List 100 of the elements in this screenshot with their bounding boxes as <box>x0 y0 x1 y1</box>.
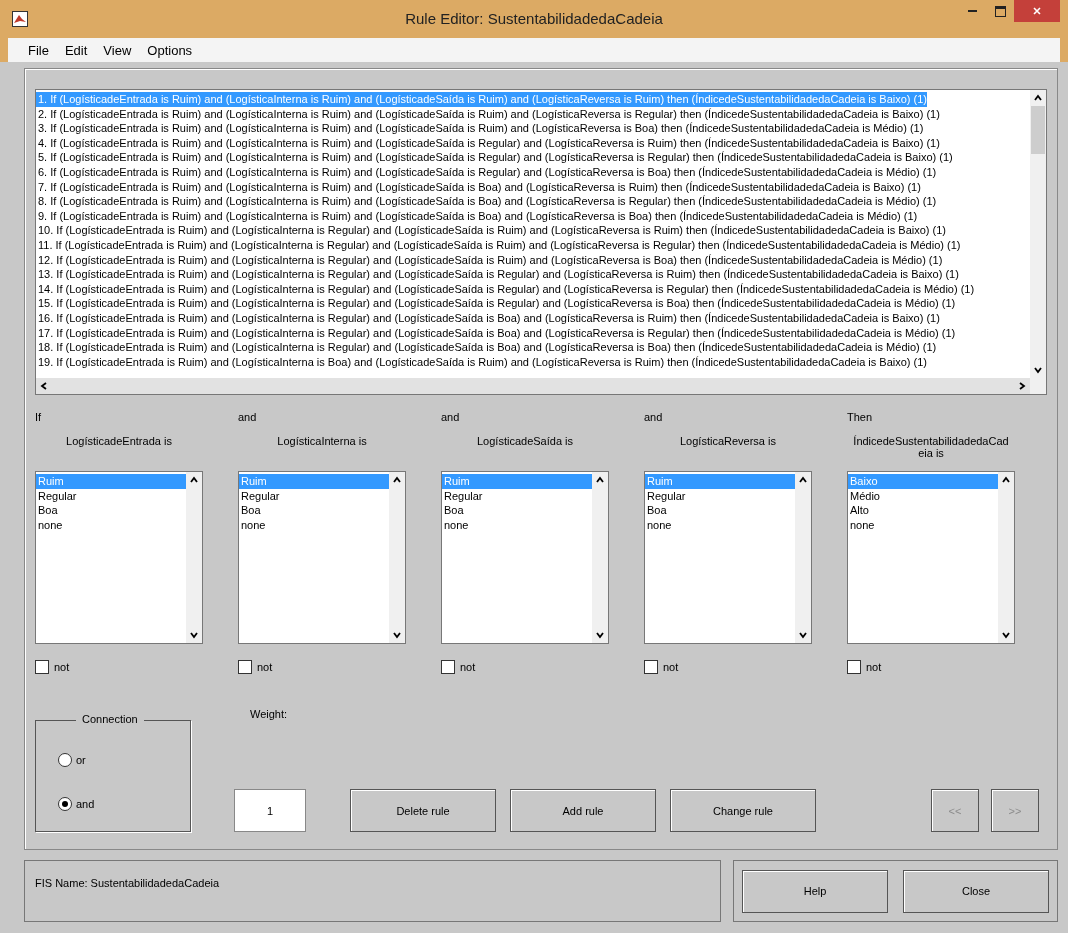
checkbox-label: not <box>866 661 882 673</box>
scroll-right-icon[interactable] <box>1017 381 1027 391</box>
option-item[interactable]: Regular <box>36 488 186 503</box>
rule-item[interactable]: 10. If (LogísticadeEntrada is Ruim) and (LogísticaInterna is Regular) and (LogísticadeSaída is Ruim) and (LogísticaReversa is Ruim) then (ÍndicedeSustentabilidadedaCadeia is Baixo) (1) <box>36 223 946 238</box>
scroll-down-icon[interactable] <box>1033 365 1043 375</box>
menu-item[interactable]: Options <box>141 42 199 58</box>
option-item[interactable]: none <box>645 517 795 532</box>
rule-item[interactable]: 16. If (LogísticadeEntrada is Ruim) and (LogísticaInterna is Regular) and (LogísticadeSaída is Boa) and (LogísticaReversa is Ruim) then (ÍndicedeSustentabilidadedaCadeia is Baixo) (1) <box>36 310 940 326</box>
rule-item[interactable]: 11. If (LogísticadeEntrada is Ruim) and (LogísticaInterna is Regular) and (LogísticadeSaída is Ruim) and (LogísticaReversa is Regular) then (ÍndicedeSustentabilidadedaCadeia is Médio) (1) <box>36 237 961 253</box>
radio-button[interactable] <box>58 753 72 767</box>
rule-item[interactable]: 2. If (LogísticadeEntrada is Ruim) and (LogísticaInterna is Ruim) and (LogísticadeSaída is Ruim) and (LogísticaReversa is Regular) then (ÍndicedeSustentabilidadedaCadeia is Baixo) (1) <box>36 106 940 122</box>
weight-field[interactable]: 1 <box>234 789 306 832</box>
variable-label: ÍndicedeSustentabilidadedaCadeia is <box>852 435 1010 461</box>
scroll-down-icon[interactable] <box>189 630 199 640</box>
scroll-up-icon[interactable] <box>392 475 402 485</box>
rule-item[interactable]: 12. If (LogísticadeEntrada is Ruim) and (LogísticaInterna is Regular) and (LogísticadeSaída is Ruim) and (LogísticaReversa is Boa) then (ÍndicedeSustentabilidadedaCadeia is Médio) (1) <box>36 252 943 268</box>
scroll-down-icon[interactable] <box>798 630 808 640</box>
connector-label: If <box>35 411 43 425</box>
connector-label: and <box>644 411 664 425</box>
option-item[interactable]: Boa <box>442 503 592 518</box>
option-list[interactable]: Ruim Regular Boa none <box>644 471 812 644</box>
scroll-up-icon[interactable] <box>798 475 808 485</box>
radio-label: and <box>76 798 95 810</box>
scroll-thumb[interactable] <box>1031 106 1045 154</box>
checkbox-label: not <box>257 661 273 673</box>
option-item[interactable]: none <box>36 517 186 532</box>
checkbox-label: not <box>54 661 70 673</box>
weight-label: Weight: <box>250 708 289 720</box>
vertical-scrollbar[interactable] <box>795 472 811 643</box>
scroll-down-icon[interactable] <box>595 630 605 640</box>
menu-item[interactable]: File <box>22 42 55 58</box>
rule-item[interactable]: 4. If (LogísticadeEntrada is Ruim) and (LogísticaInterna is Ruim) and (LogísticadeSaída is Regular) and (LogísticaReversa is Ruim) then (ÍndicedeSustentabilidadedaCadeia is Baixo) (1) <box>36 135 940 151</box>
rule-item[interactable]: 19. If (LogísticadeEntrada is Ruim) and (LogísticaInterna is Boa) and (LogísticadeSaída is Ruim) and (LogísticaReversa is Ruim) then (ÍndicedeSustentabilidadedaCadeia is Baixo) (1) <box>36 354 928 370</box>
radio-label: or <box>76 754 86 766</box>
radio-button[interactable] <box>58 797 72 811</box>
scroll-down-icon[interactable] <box>392 630 402 640</box>
menu-item[interactable]: Edit <box>58 42 94 58</box>
rule-item[interactable]: 17. If (LogísticadeEntrada is Ruim) and (LogísticaInterna is Regular) and (LogísticadeSaída is Boa) and (LogísticaReversa is Regular) then (ÍndicedeSustentabilidadedaCadeia is Médio) (1) <box>36 325 956 341</box>
option-item[interactable]: none <box>239 517 389 532</box>
variable-label: LogísticaReversa is <box>679 435 777 449</box>
option-list[interactable]: Ruim Regular Boa none <box>238 471 406 644</box>
option-list[interactable]: Ruim Regular Boa none <box>441 471 609 644</box>
menu-item[interactable]: View <box>97 42 138 58</box>
rule-item[interactable]: 14. If (LogísticadeEntrada is Ruim) and (LogísticaInterna is Regular) and (LogísticadeSaída is Regular) and (LogísticaReversa is Regular) then (ÍndicedeSustentabilidadedaCadeia is Médio) (1) <box>36 281 975 297</box>
option-item[interactable]: Boa <box>36 503 186 518</box>
scroll-up-icon[interactable] <box>1033 93 1043 103</box>
horizontal-scrollbar[interactable] <box>36 378 1030 394</box>
not-checkbox[interactable] <box>847 660 861 674</box>
scroll-up-icon[interactable] <box>1001 475 1011 485</box>
variable-label: LogísticadeEntrada is <box>65 435 173 449</box>
rule-item[interactable]: 18. If (LogísticadeEntrada is Ruim) and (LogísticaInterna is Regular) and (LogísticadeSaída is Boa) and (LogísticaReversa is Boa) then (ÍndicedeSustentabilidadedaCadeia is Médio) (1) <box>36 340 937 355</box>
rule-button[interactable]: Change rule <box>670 789 816 832</box>
scroll-left-icon[interactable] <box>39 381 49 391</box>
footer-button[interactable]: Help <box>742 869 888 913</box>
checkbox-label: not <box>663 661 679 673</box>
rule-button[interactable]: Add rule <box>510 789 656 832</box>
connector-label: and <box>441 411 461 425</box>
not-checkbox[interactable] <box>35 660 49 674</box>
app-icon[interactable] <box>12 11 28 27</box>
scroll-up-icon[interactable] <box>189 475 199 485</box>
close-icon[interactable] <box>1032 6 1042 16</box>
checkbox-label: not <box>460 661 476 673</box>
status-text: FIS Name: SustentabilidadedaCadeia <box>35 877 220 889</box>
footer-button[interactable]: Close <box>903 869 1049 913</box>
option-list[interactable]: Ruim Regular Boa none <box>35 471 203 644</box>
option-list[interactable]: Baixo Médio Alto none <box>847 471 1015 644</box>
vertical-scrollbar[interactable] <box>998 472 1014 643</box>
scroll-down-icon[interactable] <box>1001 630 1011 640</box>
option-item[interactable]: none <box>848 517 998 532</box>
rule-item[interactable]: 3. If (LogísticadeEntrada is Ruim) and (LogísticaInterna is Ruim) and (LogísticadeSaída is Ruim) and (LogísticaReversa is Boa) then (ÍndicedeSustentabilidadedaCadeia is Médio) (1) <box>36 121 924 136</box>
vertical-scrollbar[interactable] <box>186 472 202 643</box>
variable-label: LogísticadeSaída is <box>476 435 574 449</box>
vertical-scrollbar[interactable] <box>389 472 405 643</box>
not-checkbox[interactable] <box>441 660 455 674</box>
not-checkbox[interactable] <box>644 660 658 674</box>
option-item[interactable]: none <box>442 517 592 532</box>
rule-item[interactable]: 9. If (LogísticadeEntrada is Ruim) and (LogísticaInterna is Ruim) and (LogísticadeSaída is Boa) and (LogísticaReversa is Boa) then (ÍndicedeSustentabilidadedaCadeia is Médio) (1) <box>36 208 918 224</box>
group-title: Connection <box>76 713 144 725</box>
rule-item[interactable]: 15. If (LogísticadeEntrada is Ruim) and (LogísticaInterna is Regular) and (LogísticadeSaída is Regular) and (LogísticaReversa is Boa) then (ÍndicedeSustentabilidadedaCadeia is Médio) (1) <box>36 296 956 311</box>
rule-list[interactable] <box>35 89 1047 395</box>
option-item[interactable]: Boa <box>239 503 389 518</box>
rule-button[interactable]: Delete rule <box>350 789 496 832</box>
option-item[interactable]: Boa <box>645 503 795 518</box>
rule-item[interactable]: 5. If (LogísticadeEntrada is Ruim) and (LogísticaInterna is Ruim) and (LogísticadeSaída is Regular) and (LogísticaReversa is Regular) then (ÍndicedeSustentabilidadedaCadeia is Baixo) (1) <box>36 150 953 165</box>
scroll-up-icon[interactable] <box>595 475 605 485</box>
rule-item[interactable]: 13. If (LogísticadeEntrada is Ruim) and (LogísticaInterna is Regular) and (LogísticadeSaída is Regular) and (LogísticaReversa is Ruim) then (ÍndicedeSustentabilidadedaCadeia is Baixo) (1) <box>36 267 959 282</box>
option-item[interactable]: Regular <box>239 488 389 503</box>
connector-label: and <box>238 411 258 425</box>
vertical-scrollbar[interactable] <box>592 472 608 643</box>
option-item[interactable]: Regular <box>442 488 592 503</box>
option-item[interactable]: Médio <box>848 488 998 503</box>
option-item[interactable]: Regular <box>645 488 795 503</box>
not-checkbox[interactable] <box>238 660 252 674</box>
option-item[interactable]: Alto <box>848 503 998 518</box>
variable-label: LogísticaInterna is <box>276 435 368 449</box>
window-title: Rule Editor: SustentabilidadedaCadeia <box>404 10 664 27</box>
rule-item[interactable]: 7. If (LogísticadeEntrada is Ruim) and (LogísticaInterna is Ruim) and (LogísticadeSaída is Boa) and (LogísticaReversa is Ruim) then (ÍndicedeSustentabilidadedaCadeia is Baixo) (1) <box>36 179 921 195</box>
rule-item[interactable]: 8. If (LogísticadeEntrada is Ruim) and (LogísticaInterna is Ruim) and (LogísticadeSaída is Boa) and (LogísticaReversa is Regular) then (ÍndicedeSustentabilidadedaCadeia is Médio) (1) <box>36 194 937 209</box>
connector-label: Then <box>847 411 874 425</box>
rule-item[interactable]: 6. If (LogísticadeEntrada is Ruim) and (LogísticaInterna is Ruim) and (LogísticadeSaída is Regular) and (LogísticaReversa is Boa) then (ÍndicedeSustentabilidadedaCadeia is Médio) (1) <box>36 164 937 180</box>
